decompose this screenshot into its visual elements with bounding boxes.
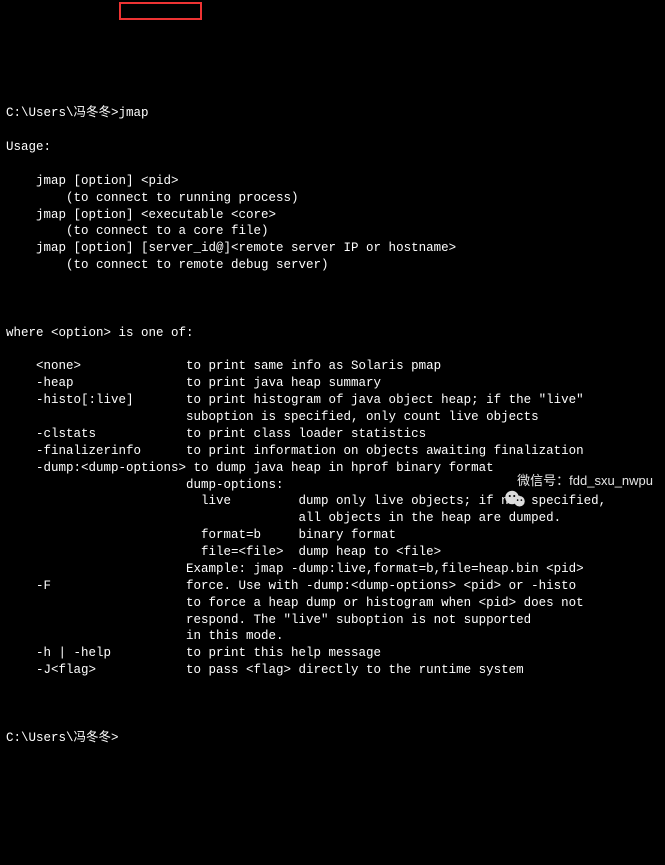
option-line: all objects in the heap are dumped. bbox=[6, 510, 659, 527]
option-line: file=<file> dump heap to <file> bbox=[6, 544, 659, 561]
option-line: -finalizerinfo to print information on o… bbox=[6, 443, 659, 460]
option-line: -h | -help to print this help message bbox=[6, 645, 659, 662]
options-block: <none> to print same info as Solaris pma… bbox=[6, 358, 659, 679]
usage-line: (to connect to running process) bbox=[6, 190, 659, 207]
usage-line: (to connect to a core file) bbox=[6, 223, 659, 240]
option-line: -clstats to print class loader statistic… bbox=[6, 426, 659, 443]
usage-line: (to connect to remote debug server) bbox=[6, 257, 659, 274]
option-line: dump-options: bbox=[6, 477, 659, 494]
option-line: <none> to print same info as Solaris pma… bbox=[6, 358, 659, 375]
option-line: -F force. Use with -dump:<dump-options> … bbox=[6, 578, 659, 595]
blank-line-2 bbox=[6, 696, 659, 713]
option-line: -J<flag> to pass <flag> directly to the … bbox=[6, 662, 659, 679]
option-line: format=b binary format bbox=[6, 527, 659, 544]
option-line: -histo[:live] to print histogram of java… bbox=[6, 392, 659, 409]
option-line: -dump:<dump-options> to dump java heap i… bbox=[6, 460, 659, 477]
usage-line: jmap [option] <pid> bbox=[6, 173, 659, 190]
option-line: respond. The "live" suboption is not sup… bbox=[6, 612, 659, 629]
prompt-line[interactable]: C:\Users\冯冬冬>jmap bbox=[6, 105, 659, 122]
option-line: in this mode. bbox=[6, 628, 659, 645]
usage-header: Usage: bbox=[6, 139, 659, 156]
option-line: to force a heap dump or histogram when <… bbox=[6, 595, 659, 612]
prompt-end[interactable]: C:\Users\冯冬冬> bbox=[6, 730, 659, 747]
option-line: -heap to print java heap summary bbox=[6, 375, 659, 392]
usage-line: jmap [option] [server_id@]<remote server… bbox=[6, 240, 659, 257]
option-line: live dump only live objects; if not spec… bbox=[6, 493, 659, 510]
option-line: suboption is specified, only count live … bbox=[6, 409, 659, 426]
command-highlight-box bbox=[119, 2, 202, 20]
option-line: Example: jmap -dump:live,format=b,file=h… bbox=[6, 561, 659, 578]
usage-block: jmap [option] <pid> (to connect to runni… bbox=[6, 173, 659, 274]
blank-line bbox=[6, 291, 659, 308]
options-header: where <option> is one of: bbox=[6, 325, 659, 342]
usage-line: jmap [option] <executable <core> bbox=[6, 207, 659, 224]
